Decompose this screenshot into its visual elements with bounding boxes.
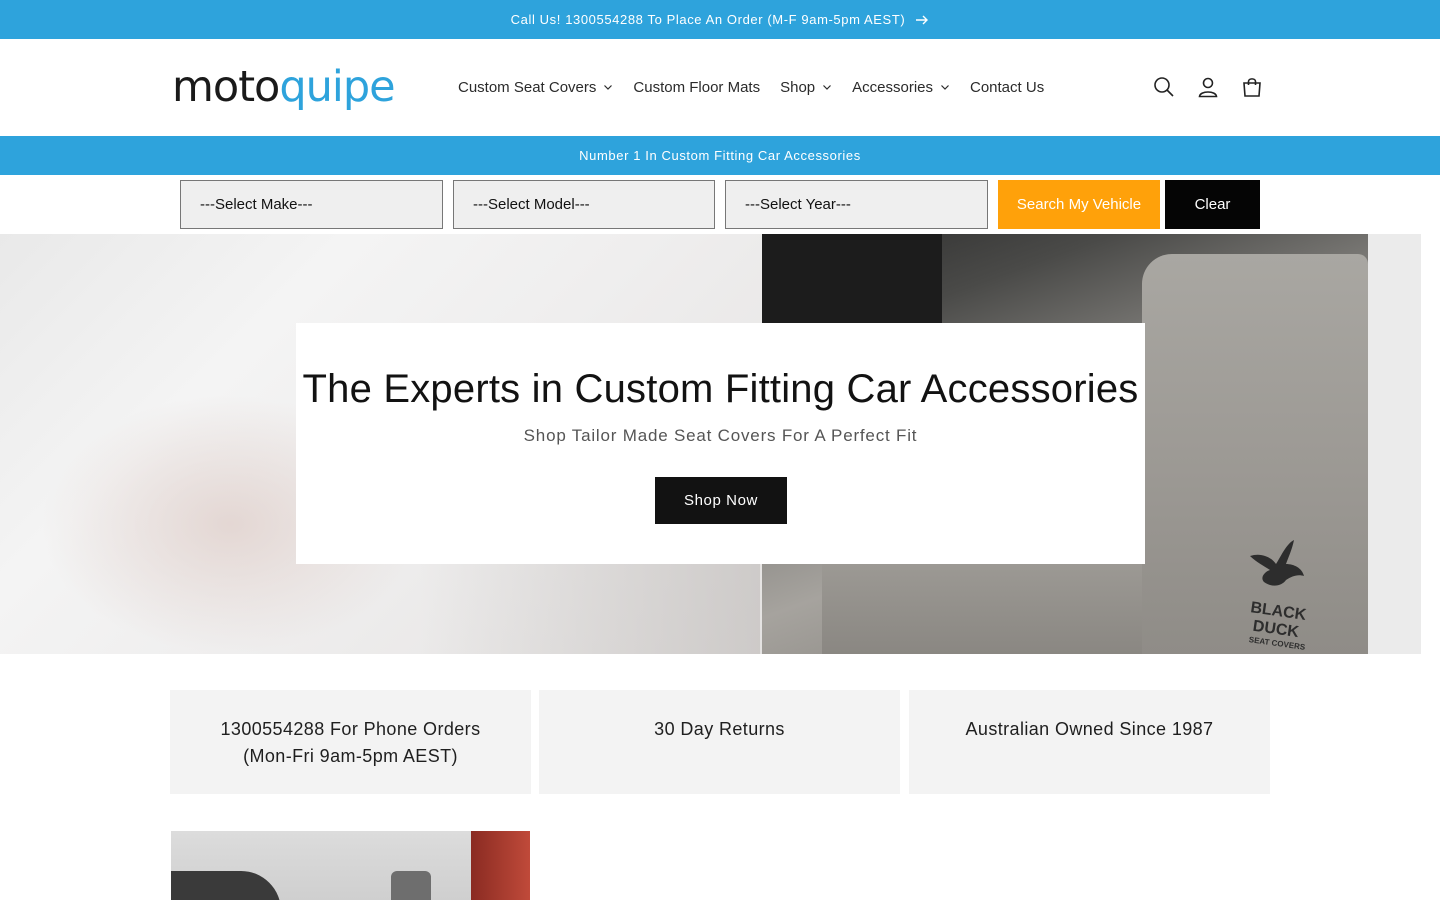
search-vehicle-button[interactable]: Search My Vehicle xyxy=(998,180,1160,229)
cart-icon xyxy=(1243,78,1261,97)
select-model[interactable]: ---Select Model--- xyxy=(453,180,715,229)
arrow-right-icon xyxy=(916,15,929,24)
announcement-bar[interactable]: Call Us! 1300554288 To Place An Order (M… xyxy=(0,0,1440,39)
chevron-down-icon xyxy=(823,85,832,90)
search-button[interactable] xyxy=(1150,73,1178,101)
search-icon xyxy=(1154,77,1174,97)
site-header: moto quipe Custom Seat Covers Custom Floo… xyxy=(0,39,1440,136)
nav-item-label: Custom Floor Mats xyxy=(633,78,761,96)
feature-australian-owned: Australian Owned Since 1987 xyxy=(909,690,1270,794)
cart-button[interactable] xyxy=(1238,73,1266,101)
hero-banner: BLACK DUCK SEAT COVERS The Experts in Cu… xyxy=(0,234,1440,654)
chevron-down-icon xyxy=(604,85,613,90)
site-logo[interactable]: moto quipe xyxy=(172,62,396,112)
select-make[interactable]: ---Select Make--- xyxy=(180,180,443,229)
feature-returns: 30 Day Returns xyxy=(539,690,900,794)
select-make-value: ---Select Make--- xyxy=(200,196,313,213)
account-icon xyxy=(1198,77,1218,98)
hero-subtitle: Shop Tailor Made Seat Covers For A Perfe… xyxy=(523,426,918,445)
logo-text-quipe: quipe xyxy=(279,62,395,112)
feature-row: 1300554288 For Phone Orders (Mon-Fri 9am… xyxy=(170,690,1270,794)
vehicle-finder: ---Select Make--- ---Select Model--- ---… xyxy=(0,175,1440,234)
chevron-down-icon xyxy=(941,85,949,90)
hero-title: The Experts in Custom Fitting Car Access… xyxy=(302,367,1139,411)
header-icons xyxy=(1150,73,1282,101)
account-button[interactable] xyxy=(1194,73,1222,101)
hero-image-edge xyxy=(1368,234,1421,654)
duck-icon xyxy=(1250,540,1304,586)
nav-item-custom-seat-covers[interactable]: Custom Seat Covers xyxy=(458,79,613,96)
hero-card: The Experts in Custom Fitting Car Access… xyxy=(296,323,1145,564)
announcement-text[interactable]: Call Us! 1300554288 To Place An Order (M… xyxy=(511,12,906,27)
nav-item-label: Accessories xyxy=(852,78,933,96)
nav-item-shop[interactable]: Shop xyxy=(780,79,832,96)
nav-item-label: Shop xyxy=(780,78,816,96)
feature-phone-orders: 1300554288 For Phone Orders (Mon-Fri 9am… xyxy=(170,690,531,794)
brand-logo-mark: BLACK DUCK SEAT COVERS xyxy=(1232,534,1322,652)
nav-item-label: Contact Us xyxy=(970,78,1045,96)
main-nav: Custom Seat Covers Custom Floor Mats Sho… xyxy=(458,75,1064,99)
clear-button[interactable]: Clear xyxy=(1165,180,1260,229)
nav-item-contact-us[interactable]: Contact Us xyxy=(970,79,1044,96)
nav-item-custom-floor-mats[interactable]: Custom Floor Mats xyxy=(633,79,760,96)
nav-item-label: Custom Seat Covers xyxy=(458,78,597,96)
nav-item-accessories[interactable]: Accessories xyxy=(852,79,950,96)
select-year[interactable]: ---Select Year--- xyxy=(725,180,988,229)
promo-text: Number 1 In Custom Fitting Car Accessori… xyxy=(579,148,861,163)
shop-now-button[interactable]: Shop Now xyxy=(655,477,787,524)
logo-text-moto: moto xyxy=(172,62,280,112)
select-year-value: ---Select Year--- xyxy=(745,196,851,213)
collection-tile-image[interactable] xyxy=(171,831,530,900)
select-model-value: ---Select Model--- xyxy=(473,196,590,213)
promo-bar: Number 1 In Custom Fitting Car Accessori… xyxy=(0,136,1440,175)
